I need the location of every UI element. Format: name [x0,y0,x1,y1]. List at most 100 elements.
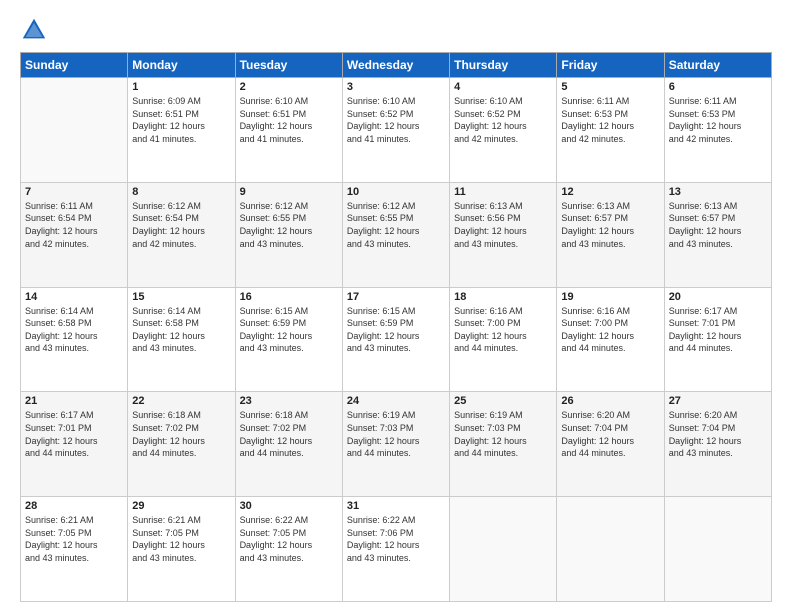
day-number: 17 [347,291,445,303]
day-number: 19 [561,291,659,303]
calendar-cell: 18 Sunrise: 6:16 AM Sunset: 7:00 PM Dayli… [450,287,557,392]
day-number: 30 [240,500,338,512]
day-info: Sunrise: 6:16 AM Sunset: 7:00 PM Dayligh… [561,305,659,355]
logo-icon [20,16,48,44]
day-info: Sunrise: 6:10 AM Sunset: 6:51 PM Dayligh… [240,95,338,145]
day-info: Sunrise: 6:11 AM Sunset: 6:53 PM Dayligh… [669,95,767,145]
calendar-cell: 24Sunrise: 6:19 AM Sunset: 7:03 PM Dayli… [342,392,449,497]
header [20,16,772,44]
calendar-week-4: 21Sunrise: 6:17 AM Sunset: 7:01 PM Dayli… [21,392,772,497]
day-number: 7 [25,186,123,198]
day-info: Sunrise: 6:15 AM Sunset: 6:59 PM Dayligh… [347,305,445,355]
day-info: Sunrise: 6:13 AM Sunset: 6:57 PM Dayligh… [561,200,659,250]
day-info: Sunrise: 6:13 AM Sunset: 6:56 PM Dayligh… [454,200,552,250]
day-info: Sunrise: 6:20 AM Sunset: 7:04 PM Dayligh… [669,409,767,459]
day-info: Sunrise: 6:09 AM Sunset: 6:51 PM Dayligh… [132,95,230,145]
calendar-cell: 25Sunrise: 6:19 AM Sunset: 7:03 PM Dayli… [450,392,557,497]
calendar-cell: 29 Sunrise: 6:21 AM Sunset: 7:05 PM Dayli… [128,497,235,602]
calendar-cell: 5 Sunrise: 6:11 AM Sunset: 6:53 PM Daylig… [557,78,664,183]
day-info: Sunrise: 6:10 AM Sunset: 6:52 PM Dayligh… [454,95,552,145]
calendar-cell: 31 Sunrise: 6:22 AM Sunset: 7:06 PM Dayli… [342,497,449,602]
day-number: 1 [132,81,230,93]
day-info: Sunrise: 6:17 AM Sunset: 7:01 PM Dayligh… [669,305,767,355]
calendar-cell [557,497,664,602]
calendar-cell: 21Sunrise: 6:17 AM Sunset: 7:01 PM Dayli… [21,392,128,497]
calendar-table: SundayMondayTuesdayWednesdayThursdayFrid… [20,52,772,602]
calendar-cell: 12Sunrise: 6:13 AM Sunset: 6:57 PM Dayli… [557,182,664,287]
calendar-week-3: 14 Sunrise: 6:14 AM Sunset: 6:58 PM Dayli… [21,287,772,392]
calendar-cell [450,497,557,602]
day-number: 16 [240,291,338,303]
day-number: 9 [240,186,338,198]
day-info: Sunrise: 6:12 AM Sunset: 6:55 PM Dayligh… [240,200,338,250]
calendar-cell: 14 Sunrise: 6:14 AM Sunset: 6:58 PM Dayli… [21,287,128,392]
calendar-header-thursday: Thursday [450,53,557,78]
calendar-cell: 20Sunrise: 6:17 AM Sunset: 7:01 PM Dayli… [664,287,771,392]
calendar-cell: 7 Sunrise: 6:11 AM Sunset: 6:54 PM Daylig… [21,182,128,287]
day-number: 31 [347,500,445,512]
day-info: Sunrise: 6:22 AM Sunset: 7:06 PM Dayligh… [347,514,445,564]
day-number: 14 [25,291,123,303]
calendar-cell [664,497,771,602]
logo [20,16,52,44]
day-info: Sunrise: 6:18 AM Sunset: 7:02 PM Dayligh… [240,409,338,459]
day-info: Sunrise: 6:20 AM Sunset: 7:04 PM Dayligh… [561,409,659,459]
calendar-cell: 13 Sunrise: 6:13 AM Sunset: 6:57 PM Dayli… [664,182,771,287]
day-number: 27 [669,395,767,407]
day-number: 11 [454,186,552,198]
day-info: Sunrise: 6:11 AM Sunset: 6:54 PM Dayligh… [25,200,123,250]
day-number: 18 [454,291,552,303]
calendar-header-monday: Monday [128,53,235,78]
day-info: Sunrise: 6:11 AM Sunset: 6:53 PM Dayligh… [561,95,659,145]
day-info: Sunrise: 6:14 AM Sunset: 6:58 PM Dayligh… [132,305,230,355]
day-info: Sunrise: 6:13 AM Sunset: 6:57 PM Dayligh… [669,200,767,250]
calendar-cell: 23 Sunrise: 6:18 AM Sunset: 7:02 PM Dayli… [235,392,342,497]
calendar-header-friday: Friday [557,53,664,78]
calendar-cell: 8 Sunrise: 6:12 AM Sunset: 6:54 PM Daylig… [128,182,235,287]
calendar-cell: 4 Sunrise: 6:10 AM Sunset: 6:52 PM Daylig… [450,78,557,183]
calendar-cell: 22 Sunrise: 6:18 AM Sunset: 7:02 PM Dayli… [128,392,235,497]
calendar-week-1: 1 Sunrise: 6:09 AM Sunset: 6:51 PM Daylig… [21,78,772,183]
calendar-week-5: 28Sunrise: 6:21 AM Sunset: 7:05 PM Dayli… [21,497,772,602]
day-info: Sunrise: 6:10 AM Sunset: 6:52 PM Dayligh… [347,95,445,145]
calendar-header-saturday: Saturday [664,53,771,78]
calendar-header-sunday: Sunday [21,53,128,78]
calendar-cell: 27 Sunrise: 6:20 AM Sunset: 7:04 PM Dayli… [664,392,771,497]
calendar-cell: 11 Sunrise: 6:13 AM Sunset: 6:56 PM Dayli… [450,182,557,287]
day-info: Sunrise: 6:21 AM Sunset: 7:05 PM Dayligh… [25,514,123,564]
day-number: 6 [669,81,767,93]
day-info: Sunrise: 6:22 AM Sunset: 7:05 PM Dayligh… [240,514,338,564]
day-number: 23 [240,395,338,407]
calendar-cell: 28Sunrise: 6:21 AM Sunset: 7:05 PM Dayli… [21,497,128,602]
calendar-cell: 10Sunrise: 6:12 AM Sunset: 6:55 PM Dayli… [342,182,449,287]
calendar-cell: 26 Sunrise: 6:20 AM Sunset: 7:04 PM Dayli… [557,392,664,497]
calendar-cell [21,78,128,183]
day-info: Sunrise: 6:17 AM Sunset: 7:01 PM Dayligh… [25,409,123,459]
day-number: 24 [347,395,445,407]
day-number: 22 [132,395,230,407]
calendar-cell: 17 Sunrise: 6:15 AM Sunset: 6:59 PM Dayli… [342,287,449,392]
calendar-cell: 19 Sunrise: 6:16 AM Sunset: 7:00 PM Dayli… [557,287,664,392]
calendar-header-tuesday: Tuesday [235,53,342,78]
day-info: Sunrise: 6:14 AM Sunset: 6:58 PM Dayligh… [25,305,123,355]
day-number: 25 [454,395,552,407]
calendar-cell: 3Sunrise: 6:10 AM Sunset: 6:52 PM Daylig… [342,78,449,183]
day-info: Sunrise: 6:21 AM Sunset: 7:05 PM Dayligh… [132,514,230,564]
day-info: Sunrise: 6:12 AM Sunset: 6:54 PM Dayligh… [132,200,230,250]
day-number: 26 [561,395,659,407]
day-number: 13 [669,186,767,198]
calendar-cell: 1 Sunrise: 6:09 AM Sunset: 6:51 PM Daylig… [128,78,235,183]
calendar-header-wednesday: Wednesday [342,53,449,78]
day-number: 5 [561,81,659,93]
day-number: 29 [132,500,230,512]
day-info: Sunrise: 6:16 AM Sunset: 7:00 PM Dayligh… [454,305,552,355]
day-info: Sunrise: 6:18 AM Sunset: 7:02 PM Dayligh… [132,409,230,459]
day-info: Sunrise: 6:12 AM Sunset: 6:55 PM Dayligh… [347,200,445,250]
day-info: Sunrise: 6:15 AM Sunset: 6:59 PM Dayligh… [240,305,338,355]
day-number: 8 [132,186,230,198]
calendar-cell: 9 Sunrise: 6:12 AM Sunset: 6:55 PM Daylig… [235,182,342,287]
day-number: 4 [454,81,552,93]
calendar-week-2: 7 Sunrise: 6:11 AM Sunset: 6:54 PM Daylig… [21,182,772,287]
day-number: 15 [132,291,230,303]
page: SundayMondayTuesdayWednesdayThursdayFrid… [0,0,792,612]
